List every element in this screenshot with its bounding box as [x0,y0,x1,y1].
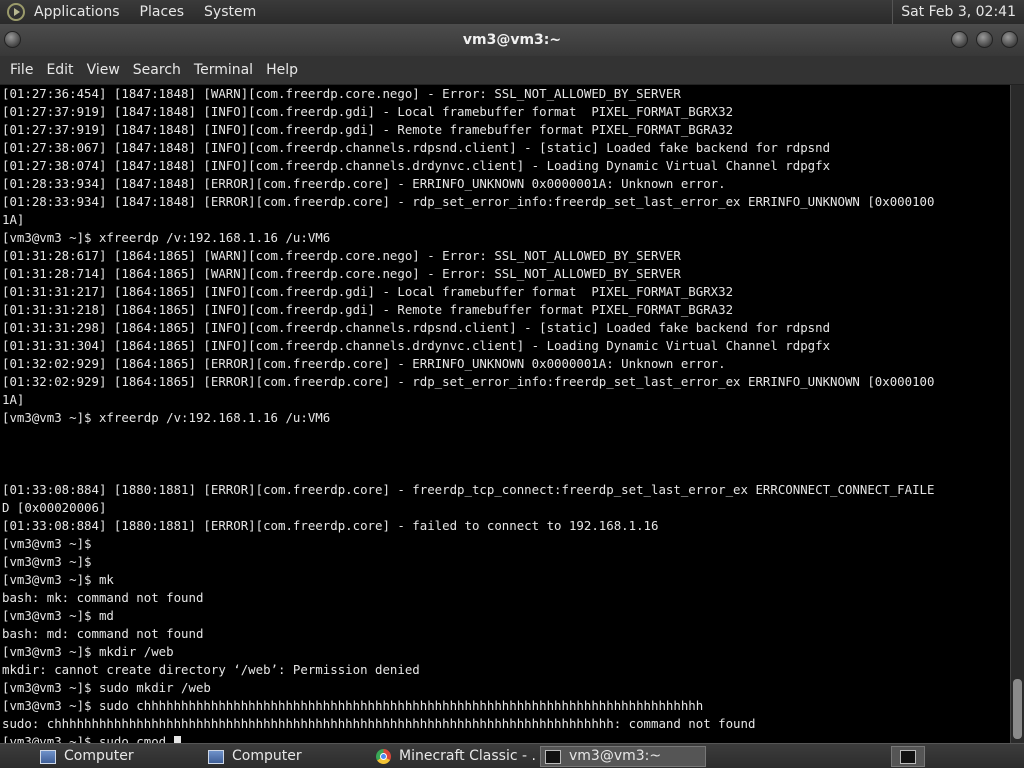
terminal-line: [01:32:02:929] [1864:1865] [ERROR][com.f… [2,356,726,371]
terminal-line: [vm3@vm3 ~]$ sudo chhhhhhhhhhhhhhhhhhhhh… [2,698,704,713]
taskbar-item-computer-2[interactable]: Computer [204,746,368,767]
terminal-line: [01:31:31:218] [1864:1865] [INFO][com.fr… [2,302,734,317]
clock[interactable]: Sat Feb 3, 02:41 [892,0,1016,24]
computer-icon [40,749,56,764]
terminal-line: [vm3@vm3 ~]$ xfreerdp /v:192.168.1.16 /u… [2,230,331,245]
terminal-line: [vm3@vm3 ~]$ mkdir /web [2,644,174,659]
terminal-line: [01:31:31:217] [1864:1865] [INFO][com.fr… [2,284,734,299]
terminal-prompt[interactable]: [vm3@vm3 ~]$ sudo cmod [0,733,1010,743]
terminal-scrollbar[interactable] [1010,85,1024,743]
terminal-line: [01:27:37:919] [1847:1848] [INFO][com.fr… [2,104,734,119]
close-button[interactable] [1001,31,1018,48]
terminal-line: 1A] [2,212,25,227]
terminal-line: [01:27:36:454] [1847:1848] [WARN][com.fr… [2,86,681,101]
terminal-line: [01:32:02:929] [1864:1865] [ERROR][com.f… [2,374,935,389]
computer-icon [208,749,224,764]
window-titlebar[interactable]: vm3@vm3:~ [0,24,1024,56]
terminal-line: [vm3@vm3 ~]$ mk [2,572,114,587]
terminal-line: [01:27:38:074] [1847:1848] [INFO][com.fr… [2,158,831,173]
scrollbar-thumb[interactable] [1013,679,1022,739]
taskbar-item-terminal[interactable]: vm3@vm3:~ [540,746,706,767]
menu-search[interactable]: Search [133,62,181,78]
taskbar-item-label: Computer [232,748,302,764]
terminal-line: [vm3@vm3 ~]$ xfreerdp /v:192.168.1.16 /u… [2,410,331,425]
taskbar-item-label: Minecraft Classic - ... [399,748,536,764]
taskbar-item-label: vm3@vm3:~ [569,748,662,764]
bottom-taskbar: Computer Computer Minecraft Classic - ..… [0,743,1024,768]
terminal-line: [01:31:28:617] [1864:1865] [WARN][com.fr… [2,248,681,263]
chrome-icon [376,749,391,764]
show-desktop-button[interactable] [891,746,925,767]
maximize-button[interactable] [976,31,993,48]
terminal-line: [vm3@vm3 ~]$ [2,554,92,569]
terminal-line: [01:31:31:298] [1864:1865] [INFO][com.fr… [2,320,831,335]
terminal-line: bash: md: command not found [2,626,204,641]
terminal-output[interactable]: [01:27:36:454] [1847:1848] [WARN][com.fr… [0,85,1010,743]
terminal-line: sudo: chhhhhhhhhhhhhhhhhhhhhhhhhhhhhhhhh… [2,716,756,731]
terminal-line: [01:31:28:714] [1864:1865] [WARN][com.fr… [2,266,681,281]
menu-file[interactable]: File [10,62,33,78]
text-cursor [173,735,181,743]
places-menu[interactable]: Places [140,4,185,20]
terminal-line: [01:28:33:934] [1847:1848] [ERROR][com.f… [2,176,726,191]
terminal-icon [545,749,561,764]
applications-menu[interactable]: Applications [34,4,120,20]
terminal-line: [01:31:31:304] [1864:1865] [INFO][com.fr… [2,338,831,353]
taskbar-item-minecraft[interactable]: Minecraft Classic - ... [372,746,536,767]
taskbar-item-computer-1[interactable]: Computer [36,746,200,767]
terminal-line: [01:33:08:884] [1880:1881] [ERROR][com.f… [2,482,935,497]
desktop-icon [900,749,916,764]
menu-view[interactable]: View [87,62,120,78]
terminal-line: [01:28:33:934] [1847:1848] [ERROR][com.f… [2,194,935,209]
distro-logo-icon[interactable] [7,3,25,21]
top-panel: Applications Places System Sat Feb 3, 02… [0,0,1024,24]
terminal-line: [01:27:38:067] [1847:1848] [INFO][com.fr… [2,140,831,155]
menu-edit[interactable]: Edit [46,62,73,78]
terminal-line: [01:27:37:919] [1847:1848] [INFO][com.fr… [2,122,734,137]
taskbar-item-label: Computer [64,748,134,764]
system-menu[interactable]: System [204,4,256,20]
prompt-text: [vm3@vm3 ~]$ sudo cmod [2,734,174,743]
terminal-line: [vm3@vm3 ~]$ md [2,608,114,623]
terminal-line: bash: mk: command not found [2,590,204,605]
terminal-line: D [0x00020006] [2,500,107,515]
minimize-button[interactable] [951,31,968,48]
menu-help[interactable]: Help [266,62,298,78]
terminal-line: 1A] [2,392,25,407]
window-title: vm3@vm3:~ [462,32,562,48]
terminal-menubar: File Edit View Search Terminal Help [0,56,1024,85]
terminal-line: mkdir: cannot create directory ‘/web’: P… [2,662,420,677]
terminal-line: [vm3@vm3 ~]$ [2,536,92,551]
terminal-line: [01:33:08:884] [1880:1881] [ERROR][com.f… [2,518,659,533]
terminal-line: [vm3@vm3 ~]$ sudo mkdir /web [2,680,211,695]
menu-terminal[interactable]: Terminal [194,62,253,78]
